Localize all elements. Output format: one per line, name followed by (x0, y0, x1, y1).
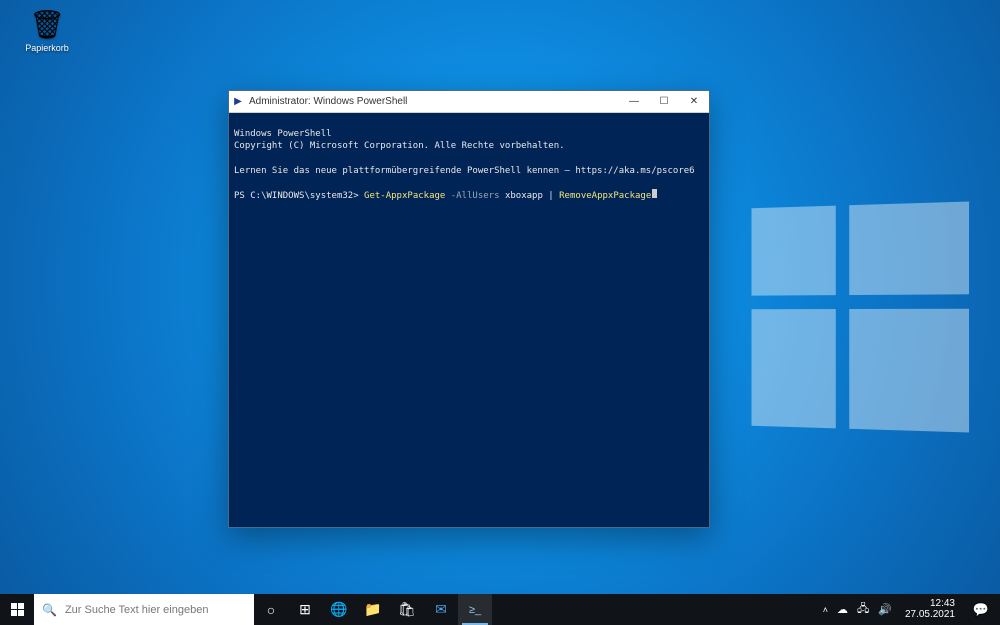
recycle-bin-icon: 🗑 (18, 8, 76, 41)
powershell-icon: ▶ (229, 96, 247, 107)
action-center-button[interactable]: 💬 (968, 602, 994, 618)
taskbar-pinned: ○ ⊞ 🌐 📁 🛍 ✉ ≥_ (254, 594, 492, 625)
terminal-prompt: PS C:\WINDOWS\system32> (234, 191, 364, 201)
edge-icon: 🌐 (330, 601, 347, 618)
network-tray-icon[interactable]: 🖧 (857, 600, 869, 619)
terminal-line: Copyright (C) Microsoft Corporation. All… (234, 141, 565, 151)
mail-icon: ✉ (435, 601, 447, 618)
store-icon: 🛍 (398, 601, 416, 618)
explorer-taskbar-button[interactable]: 📁 (356, 594, 390, 625)
powershell-window[interactable]: ▶ Administrator: Windows PowerShell — ☐ … (228, 90, 710, 528)
terminal-cursor (652, 189, 657, 198)
terminal-line: Windows PowerShell (234, 129, 332, 139)
tray-overflow-button[interactable]: ˄ (823, 605, 828, 615)
powershell-taskbar-button[interactable]: ≥_ (458, 594, 492, 625)
folder-icon: 📁 (364, 601, 381, 618)
onedrive-tray-icon[interactable]: ☁ (837, 603, 848, 616)
recycle-bin-label: Papierkorb (18, 43, 76, 53)
terminal-body[interactable]: Windows PowerShell Copyright (C) Microso… (229, 113, 709, 527)
clock-date: 27.05.2021 (905, 610, 955, 621)
window-titlebar[interactable]: ▶ Administrator: Windows PowerShell — ☐ … (229, 91, 709, 113)
mail-taskbar-button[interactable]: ✉ (424, 594, 458, 625)
desktop[interactable]: 🗑 Papierkorb ▶ Administrator: Windows Po… (0, 0, 1000, 625)
taskbar-search[interactable]: 🔍 Zur Suche Text hier eingeben (34, 594, 254, 625)
taskbar-spacer (492, 594, 817, 625)
clock-time: 12:43 (905, 599, 955, 610)
terminal-cmd: Get-AppxPackage (364, 191, 445, 201)
cortana-button[interactable]: ○ (254, 594, 288, 625)
circle-icon: ○ (267, 602, 275, 618)
windows-wallpaper-logo (752, 202, 970, 433)
maximize-button[interactable]: ☐ (649, 91, 679, 113)
powershell-icon: ≥_ (469, 604, 481, 616)
terminal-cmd: xboxapp (505, 191, 543, 201)
recycle-bin-desktop-icon[interactable]: 🗑 Papierkorb (18, 8, 76, 53)
terminal-cmd: -AllUsers (445, 191, 505, 201)
close-button[interactable]: ✕ (679, 91, 709, 113)
store-taskbar-button[interactable]: 🛍 (390, 594, 424, 625)
edge-taskbar-button[interactable]: 🌐 (322, 594, 356, 625)
system-tray[interactable]: ˄ ☁ 🖧 🔊 12:43 27.05.2021 💬 (817, 594, 1000, 625)
minimize-button[interactable]: — (619, 91, 649, 113)
terminal-cmd: RemoveAppxPackage (559, 191, 651, 201)
start-button[interactable] (0, 594, 34, 625)
volume-tray-icon[interactable]: 🔊 (878, 603, 892, 616)
terminal-cmd: | (543, 191, 559, 201)
taskbar-clock[interactable]: 12:43 27.05.2021 (901, 599, 959, 620)
taskbar[interactable]: 🔍 Zur Suche Text hier eingeben ○ ⊞ 🌐 📁 🛍… (0, 594, 1000, 625)
task-view-button[interactable]: ⊞ (288, 594, 322, 625)
search-placeholder: Zur Suche Text hier eingeben (65, 604, 209, 616)
windows-logo-icon (11, 603, 24, 616)
terminal-line: Lernen Sie das neue plattformübergreifen… (234, 166, 695, 176)
search-icon: 🔍 (42, 603, 57, 617)
window-title: Administrator: Windows PowerShell (247, 96, 619, 107)
taskview-icon: ⊞ (299, 601, 311, 618)
